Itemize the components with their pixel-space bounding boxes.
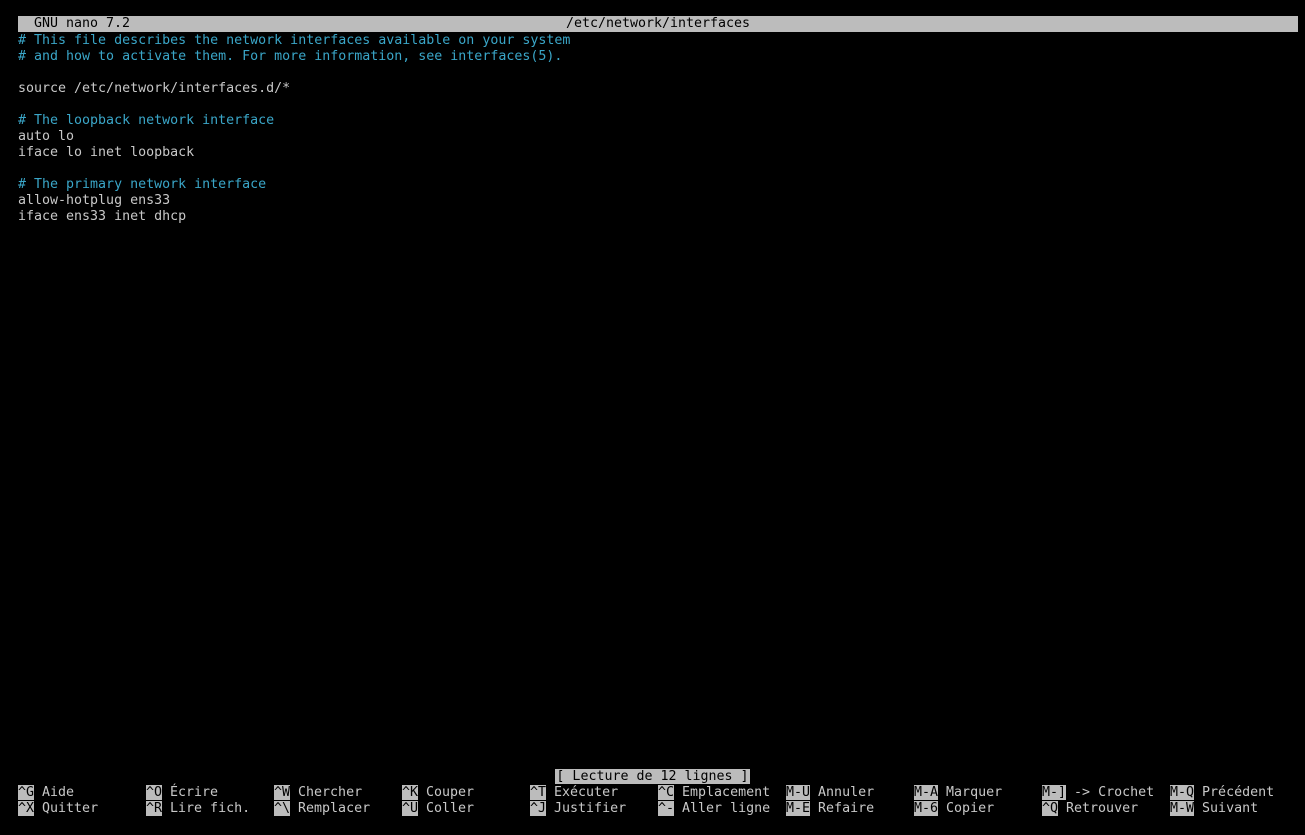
shortcut-location[interactable]: ^C Emplacement (658, 785, 770, 801)
shortcut-label: -> Crochet (1074, 785, 1155, 800)
shortcut-key: ^Q (1042, 801, 1059, 816)
editor-line[interactable]: iface lo inet loopback (18, 145, 1288, 161)
shortcut-key: M-W (1170, 801, 1195, 816)
shortcut-key: ^X (18, 801, 35, 816)
shortcut-bar: ^G Aide ^O Écrire ^W Chercher ^K Couper … (18, 785, 1298, 817)
editor-line[interactable]: # The primary network interface (18, 177, 1288, 193)
shortcut-go-to-line[interactable]: ^- Aller ligne (658, 801, 770, 817)
editor-line[interactable] (18, 65, 1288, 81)
shortcut-replace[interactable]: ^\ Remplacer (274, 801, 370, 817)
shortcut-row-1: ^G Aide ^O Écrire ^W Chercher ^K Couper … (18, 785, 1298, 801)
shortcut-label: Justifier (554, 801, 627, 816)
shortcut-key: ^W (274, 785, 291, 800)
shortcut-justify[interactable]: ^J Justifier (530, 801, 626, 817)
shortcut-key: M-Q (1170, 785, 1195, 800)
shortcut-label: Refaire (818, 801, 875, 816)
editor-line[interactable]: source /etc/network/interfaces.d/* (18, 81, 1288, 97)
status-message: [ Lecture de 12 lignes ] (555, 769, 750, 784)
shortcut-key: M-6 (914, 801, 939, 816)
shortcut-key: ^C (658, 785, 675, 800)
shortcut-redo[interactable]: M-E Refaire (786, 801, 874, 817)
shortcut-execute[interactable]: ^T Exécuter (530, 785, 618, 801)
shortcut-label: Remplacer (298, 801, 371, 816)
editor-line[interactable]: # and how to activate them. For more inf… (18, 49, 1288, 65)
shortcut-key: ^K (402, 785, 419, 800)
status-bar: [ Lecture de 12 lignes ] (0, 769, 1305, 785)
shortcut-label: Marquer (946, 785, 1003, 800)
shortcut-find-again[interactable]: ^Q Retrouver (1042, 801, 1138, 817)
shortcut-previous[interactable]: M-Q Précédent (1170, 785, 1274, 801)
shortcut-label: Retrouver (1066, 801, 1139, 816)
shortcut-search[interactable]: ^W Chercher (274, 785, 362, 801)
shortcut-row-2: ^X Quitter ^R Lire fich. ^\ Remplacer ^U… (18, 801, 1298, 817)
shortcut-key: ^O (146, 785, 163, 800)
editor-line[interactable] (18, 97, 1288, 113)
shortcut-label: Emplacement (682, 785, 771, 800)
shortcut-mark[interactable]: M-A Marquer (914, 785, 1002, 801)
shortcut-label: Aide (42, 785, 75, 800)
shortcut-key: ^- (658, 801, 675, 816)
shortcut-key: ^R (146, 801, 163, 816)
shortcut-label: Coller (426, 801, 475, 816)
shortcut-quit[interactable]: ^X Quitter (18, 801, 98, 817)
shortcut-key: M-A (914, 785, 939, 800)
shortcut-key: ^U (402, 801, 419, 816)
shortcut-label: Précédent (1202, 785, 1275, 800)
editor-line[interactable]: # The loopback network interface (18, 113, 1288, 129)
shortcut-label: Lire fich. (170, 801, 251, 816)
shortcut-label: Exécuter (554, 785, 619, 800)
shortcut-label: Aller ligne (682, 801, 771, 816)
editor-area[interactable]: # This file describes the network interf… (18, 33, 1288, 225)
shortcut-key: M-U (786, 785, 811, 800)
shortcut-read-file[interactable]: ^R Lire fich. (146, 801, 250, 817)
shortcut-label: Quitter (42, 801, 99, 816)
shortcut-paste[interactable]: ^U Coller (402, 801, 474, 817)
shortcut-copy[interactable]: M-6 Copier (914, 801, 994, 817)
editor-line[interactable]: # This file describes the network interf… (18, 33, 1288, 49)
shortcut-label: Annuler (818, 785, 875, 800)
shortcut-cut[interactable]: ^K Couper (402, 785, 474, 801)
shortcut-help[interactable]: ^G Aide (18, 785, 74, 801)
shortcut-label: Copier (946, 801, 995, 816)
shortcut-key: ^T (530, 785, 547, 800)
shortcut-next[interactable]: M-W Suivant (1170, 801, 1258, 817)
shortcut-label: Écrire (170, 785, 219, 800)
editor-line[interactable] (18, 161, 1288, 177)
editor-line[interactable]: auto lo (18, 129, 1288, 145)
shortcut-undo[interactable]: M-U Annuler (786, 785, 874, 801)
shortcut-key: M-E (786, 801, 811, 816)
shortcut-bracket[interactable]: M-] -> Crochet (1042, 785, 1154, 801)
shortcut-key: ^G (18, 785, 35, 800)
shortcut-key: M-] (1042, 785, 1067, 800)
shortcut-key: ^\ (274, 801, 291, 816)
shortcut-key: ^J (530, 801, 547, 816)
editor-line[interactable]: iface ens33 inet dhcp (18, 209, 1288, 225)
shortcut-label: Chercher (298, 785, 363, 800)
shortcut-label: Suivant (1202, 801, 1259, 816)
file-name: /etc/network/interfaces (565, 16, 751, 31)
title-bar: GNU nano 7.2 /etc/network/interfaces (18, 16, 1298, 32)
editor-line[interactable]: allow-hotplug ens33 (18, 193, 1288, 209)
shortcut-write[interactable]: ^O Écrire (146, 785, 218, 801)
shortcut-label: Couper (426, 785, 475, 800)
